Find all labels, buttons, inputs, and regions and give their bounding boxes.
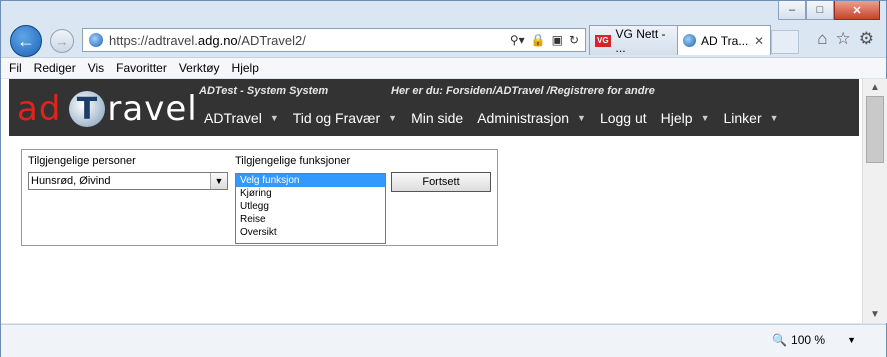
chevron-down-icon: ▼ — [769, 113, 779, 123]
vertical-scrollbar[interactable]: ▲ ▼ — [862, 79, 887, 323]
persons-select[interactable]: Hunsrød, Øivind ▼ — [28, 172, 228, 190]
star-icon[interactable]: ☆ — [836, 29, 851, 49]
list-item[interactable]: Reise — [236, 213, 385, 226]
menu-bar: Fil Rediger Vis Favoritter Verktøy Hjelp — [1, 57, 886, 78]
selection-panel: Tilgjengelige personer Hunsrød, Øivind ▼… — [21, 149, 498, 246]
list-item[interactable]: Oversikt — [236, 226, 385, 239]
window-controls: ‒ □ ✕ — [778, 1, 880, 20]
tab-label: AD Tra... — [701, 33, 749, 48]
chevron-down-icon: ▼ — [388, 113, 398, 123]
logo-globe-icon: T — [69, 91, 106, 127]
list-item[interactable]: Kjøring — [236, 187, 385, 200]
compat-icon[interactable]: ▣ — [552, 33, 563, 47]
adtravel-favicon — [683, 34, 696, 47]
nav-linker[interactable]: Linker ▼ — [724, 110, 779, 126]
adtravel-logo[interactable]: ad T ravel — [17, 89, 198, 129]
app-nav: ADTravel ▼ Tid og Fravær ▼ Min side Admini… — [204, 110, 793, 126]
nav-tid-og-fravaer[interactable]: Tid og Fravær ▼ — [293, 110, 397, 126]
chevron-down-icon: ▼ — [700, 113, 710, 123]
fortsett-button[interactable]: Fortsett — [391, 172, 491, 192]
close-button[interactable]: ✕ — [834, 1, 880, 20]
menu-favoritter[interactable]: Favoritter — [116, 61, 167, 75]
app-header: ad T ravel ADTest - System System Her er… — [9, 79, 859, 136]
forward-button[interactable]: → — [50, 29, 74, 53]
nav-adtravel[interactable]: ADTravel ▼ — [204, 110, 279, 126]
gear-icon[interactable]: ⚙ — [859, 29, 874, 49]
chevron-down-icon: ▼ — [577, 113, 586, 123]
refresh-icon[interactable]: ↻ — [569, 33, 579, 47]
tab-adtravel[interactable]: AD Tra... ✕ — [677, 25, 771, 55]
menu-hjelp[interactable]: Hjelp — [232, 61, 259, 75]
persons-value: Hunsrød, Øivind — [31, 175, 111, 187]
zoom-icon: 🔍 — [772, 333, 788, 347]
nav-hjelp[interactable]: Hjelp ▼ — [661, 110, 710, 126]
scroll-down-icon[interactable]: ▼ — [863, 306, 887, 323]
zoom-control[interactable]: 🔍 100 % ▼ — [772, 333, 856, 347]
list-item[interactable]: Utlegg — [236, 200, 385, 213]
tab-vg-nett[interactable]: VG VG Nett - ... — [589, 25, 678, 55]
address-bar[interactable]: https://adtravel.adg.no/ADTravel2/ ⚲▾ 🔒 … — [82, 28, 586, 52]
nav-administrasjon[interactable]: Administrasjon ▼ — [477, 110, 586, 126]
site-icon — [89, 33, 103, 47]
tab-label: VG Nett - ... — [615, 26, 666, 55]
lock-icon[interactable]: 🔒 — [531, 33, 546, 47]
status-bar: 🔍 100 % ▼ — [1, 324, 886, 357]
logo-ad: ad — [17, 89, 62, 129]
menu-rediger[interactable]: Rediger — [34, 61, 76, 75]
chevron-down-icon: ▼ — [269, 113, 279, 123]
chevron-down-icon[interactable]: ▼ — [210, 173, 227, 189]
functions-label: Tilgjengelige funksjoner — [235, 155, 351, 167]
search-icon[interactable]: ⚲▾ — [510, 33, 525, 47]
home-icon[interactable]: ⌂ — [817, 29, 827, 49]
vg-favicon: VG — [595, 34, 611, 47]
system-text: ADTest - System System — [199, 85, 329, 97]
tab-close-icon[interactable]: ✕ — [754, 34, 764, 48]
nav-logg-ut[interactable]: Logg ut — [600, 110, 647, 126]
url-text[interactable]: https://adtravel.adg.no/ADTravel2/ — [109, 33, 510, 48]
scroll-up-icon[interactable]: ▲ — [863, 79, 887, 96]
scroll-thumb[interactable] — [866, 96, 884, 163]
menu-fil[interactable]: Fil — [9, 61, 22, 75]
menu-vis[interactable]: Vis — [88, 61, 104, 75]
zoom-level: 100 % — [791, 333, 826, 347]
nav-min-side[interactable]: Min side — [411, 110, 463, 126]
menu-verktoy[interactable]: Verktøy — [179, 61, 220, 75]
persons-label: Tilgjengelige personer — [28, 155, 136, 167]
back-button[interactable]: ← — [10, 25, 42, 57]
browser-toolbar-icons: ⌂ ☆ ⚙ — [817, 29, 874, 49]
chevron-down-icon[interactable]: ▼ — [847, 335, 856, 345]
new-tab-button[interactable] — [771, 30, 799, 54]
minimize-button[interactable]: ‒ — [778, 1, 806, 20]
maximize-button[interactable]: □ — [806, 1, 834, 20]
browser-window: ‒ □ ✕ ← → https://adtravel.adg.no/ADTrav… — [0, 0, 887, 357]
list-item[interactable]: Velg funksjon — [236, 174, 385, 187]
logo-travel: ravel — [107, 89, 198, 129]
page-content: ad T ravel ADTest - System System Her er… — [1, 79, 862, 323]
functions-listbox[interactable]: Velg funksjon Kjøring Utlegg Reise Overs… — [235, 173, 386, 244]
breadcrumb: Her er du: Forsiden/ADTravel /Registrere… — [391, 85, 655, 97]
address-tools: ⚲▾ 🔒 ▣ ↻ — [510, 33, 579, 47]
